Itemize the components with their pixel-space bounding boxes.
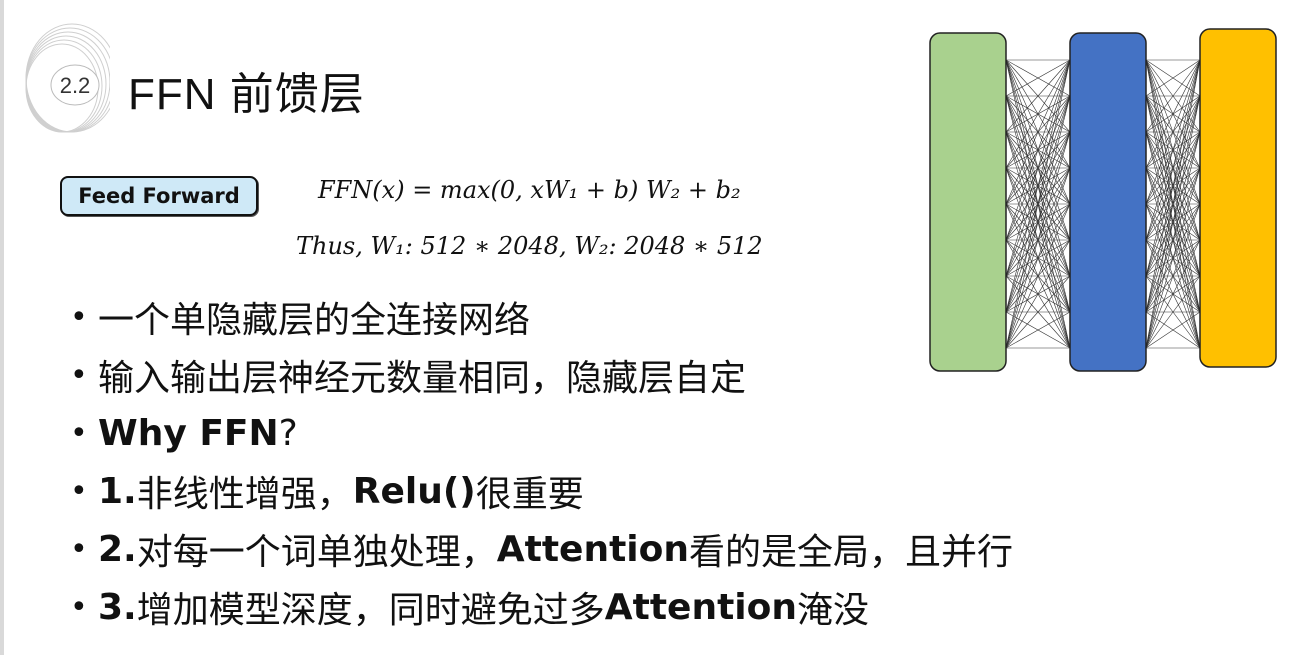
- bullet-item: • 1. 非线性增强， Relu() 很重要: [70, 462, 1013, 520]
- feed-forward-badge: Feed Forward: [60, 176, 258, 216]
- bullet-dot-icon: •: [70, 415, 88, 451]
- bullet-number: 2.: [98, 528, 137, 570]
- bullet-text: 增加模型深度，同时避免过多: [136, 590, 605, 631]
- bullet-item: • 输入输出层神经元数量相同，隐藏层自定: [70, 346, 1013, 404]
- bullet-bold-text: Attention: [496, 528, 689, 570]
- bullet-bold-text: Why FFN: [98, 412, 279, 454]
- bullet-number: 3.: [98, 586, 137, 628]
- bullet-item: • 3. 增加模型深度，同时避免过多 Attention 淹没: [70, 578, 1013, 636]
- bullet-dot-icon: •: [70, 473, 88, 509]
- bullet-dot-icon: •: [70, 589, 88, 625]
- bullet-bold-text: Relu(): [352, 470, 476, 512]
- ffn-formula: FFN(x) = max(0, xW₁ + b) W₂ + b₂: [318, 176, 741, 204]
- bullet-dot-icon: •: [70, 357, 88, 393]
- bullet-text: 很重要: [475, 474, 584, 515]
- page-title: FFN 前馈层: [128, 70, 365, 119]
- bullet-item: • 一个单隐藏层的全连接网络: [70, 288, 1013, 346]
- bullet-dot-icon: •: [70, 299, 88, 335]
- slide-left-edge: [0, 0, 4, 655]
- bullet-text: 一个单隐藏层的全连接网络: [98, 300, 531, 341]
- bullet-item: • 2. 对每一个词单独处理， Attention 看的是全局，且并行: [70, 520, 1013, 578]
- bullet-text: 淹没: [796, 590, 869, 631]
- bullet-text: 输入输出层神经元数量相同，隐藏层自定: [98, 358, 747, 399]
- weight-shapes-formula: Thus, W₁: 512 ∗ 2048, W₂: 2048 ∗ 512: [296, 232, 763, 260]
- bullet-text: 对每一个词单独处理，: [136, 532, 497, 573]
- bullet-bold-text: Attention: [604, 586, 797, 628]
- input-layer-block: [929, 32, 1007, 372]
- output-layer-block: [1199, 28, 1277, 368]
- bullet-number: 1.: [98, 470, 137, 512]
- bullet-item: • Why FFN ?: [70, 404, 1013, 462]
- ffn-network-diagram: [929, 28, 1277, 372]
- bullet-list: • 一个单隐藏层的全连接网络 • 输入输出层神经元数量相同，隐藏层自定 • Wh…: [70, 288, 1013, 636]
- bullet-text: 看的是全局，且并行: [688, 532, 1013, 573]
- bullet-dot-icon: •: [70, 531, 88, 567]
- bullet-text: ?: [278, 412, 298, 454]
- bullet-text: 非线性增强，: [136, 474, 353, 515]
- section-number: 2.2: [59, 73, 91, 98]
- hidden-layer-block: [1069, 32, 1147, 372]
